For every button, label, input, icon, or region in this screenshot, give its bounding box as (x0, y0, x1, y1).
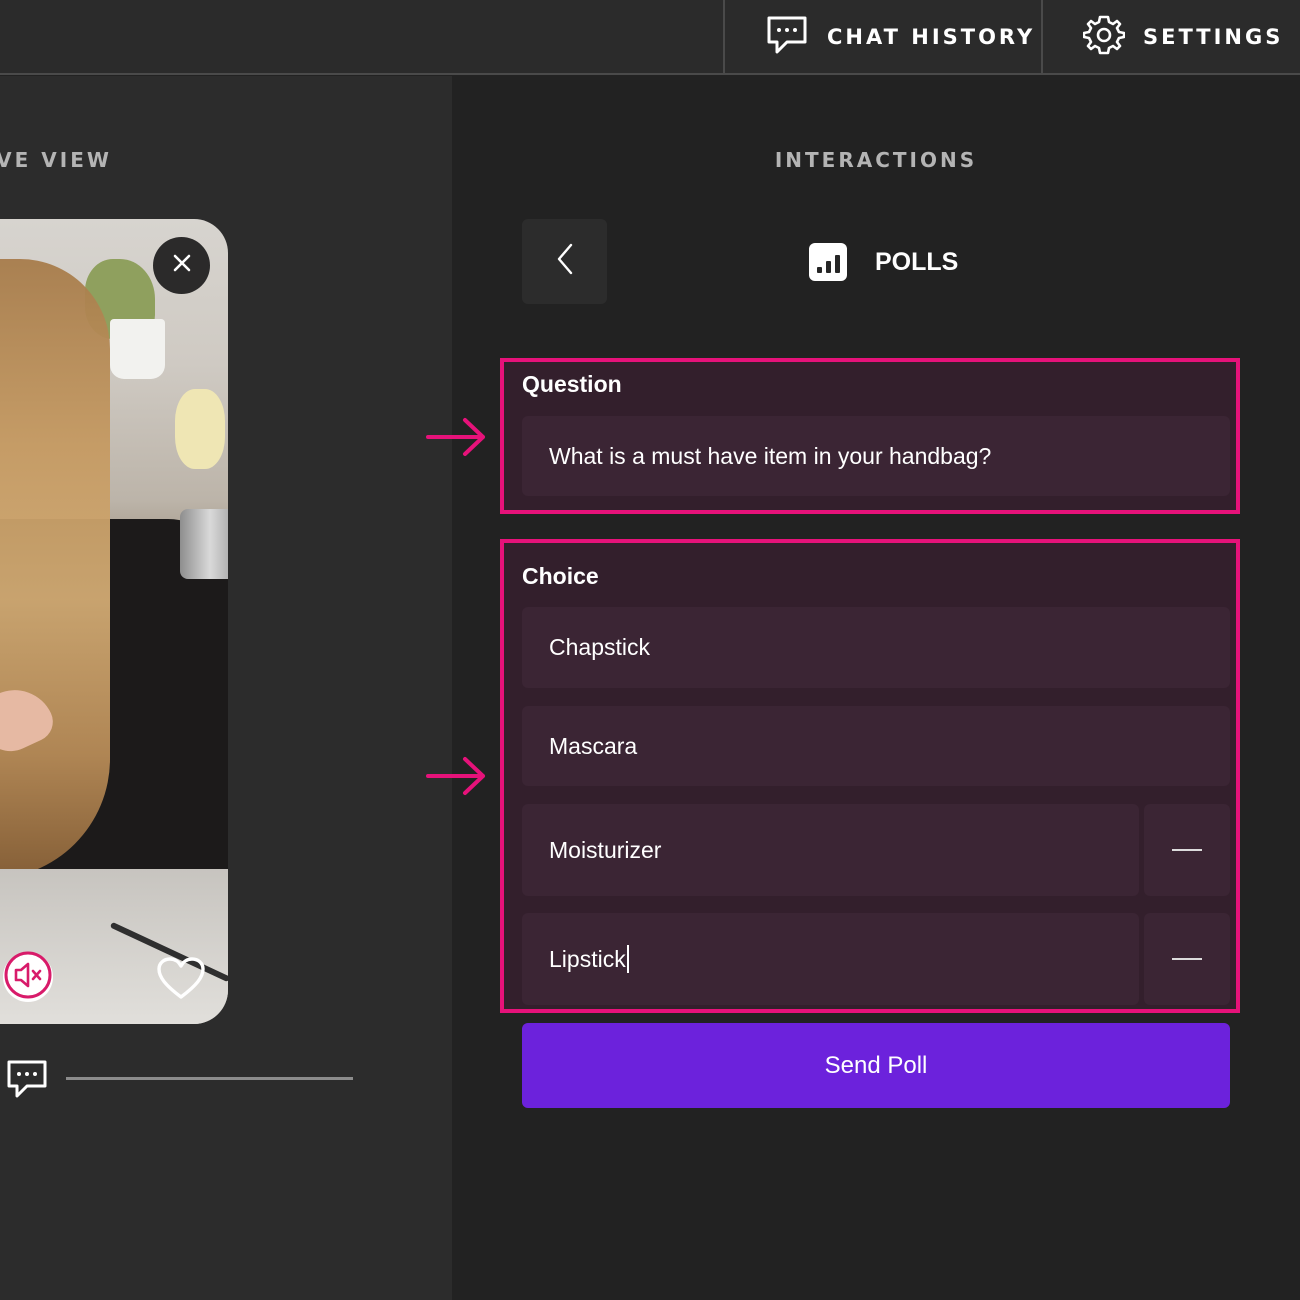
choice-text: Chapstick (549, 634, 650, 660)
gear-icon (1082, 14, 1126, 61)
question-label: Question (522, 371, 622, 397)
mute-button[interactable] (3, 950, 53, 1005)
chat-toggle-button[interactable] (5, 1058, 49, 1107)
top-bar: CHAT HISTORY SETTINGS (0, 0, 1300, 75)
chat-bubble-icon (765, 14, 809, 61)
video-person-hair (0, 259, 110, 879)
choice-label: Choice (522, 563, 599, 589)
question-text: What is a must have item in your handbag… (549, 442, 992, 469)
live-view-title: LIVE VIEW (0, 148, 112, 172)
choice-input-2[interactable]: Mascara (522, 706, 1230, 786)
arrow-right-icon (425, 754, 489, 803)
video-product (180, 509, 228, 579)
close-video-button[interactable] (153, 237, 210, 294)
chat-divider-line (66, 1077, 353, 1080)
chat-bubble-icon (5, 1060, 49, 1106)
settings-label: SETTINGS (1143, 25, 1284, 49)
minus-icon (1172, 958, 1202, 960)
minus-icon (1172, 849, 1202, 851)
choice-input-1[interactable]: Chapstick (522, 607, 1230, 688)
chat-history-label: CHAT HISTORY (827, 25, 1036, 49)
remove-choice-4-button[interactable] (1144, 913, 1230, 1005)
choice-text: Mascara (549, 732, 638, 759)
video-flowers (175, 389, 225, 469)
choice-text: Lipstick (549, 945, 626, 972)
text-caret (626, 945, 629, 973)
bar-chart-icon (809, 243, 847, 281)
settings-button[interactable]: SETTINGS (1041, 0, 1300, 74)
choice-text: Moisturizer (549, 836, 662, 863)
send-poll-button[interactable]: Send Poll (522, 1023, 1230, 1108)
video-preview (0, 219, 228, 1024)
interactions-title: INTERACTIONS (774, 148, 978, 172)
question-input[interactable]: What is a must have item in your handbag… (522, 416, 1230, 496)
back-button[interactable] (522, 219, 607, 304)
choice-input-3[interactable]: Moisturizer (522, 804, 1139, 896)
chevron-left-icon (555, 242, 575, 281)
remove-choice-3-button[interactable] (1144, 804, 1230, 896)
heart-icon (155, 957, 207, 1005)
choice-input-4[interactable]: Lipstick (522, 913, 1139, 1005)
speaker-muted-icon (3, 950, 53, 1005)
chat-history-button[interactable]: CHAT HISTORY (723, 0, 1043, 74)
close-icon (172, 253, 192, 278)
live-view-panel: LIVE VIEW (0, 76, 452, 1300)
video-pot (110, 319, 165, 379)
like-button[interactable] (155, 955, 207, 1006)
polls-header: POLLS (809, 243, 958, 281)
arrow-right-icon (425, 415, 489, 464)
polls-title: POLLS (875, 247, 959, 276)
